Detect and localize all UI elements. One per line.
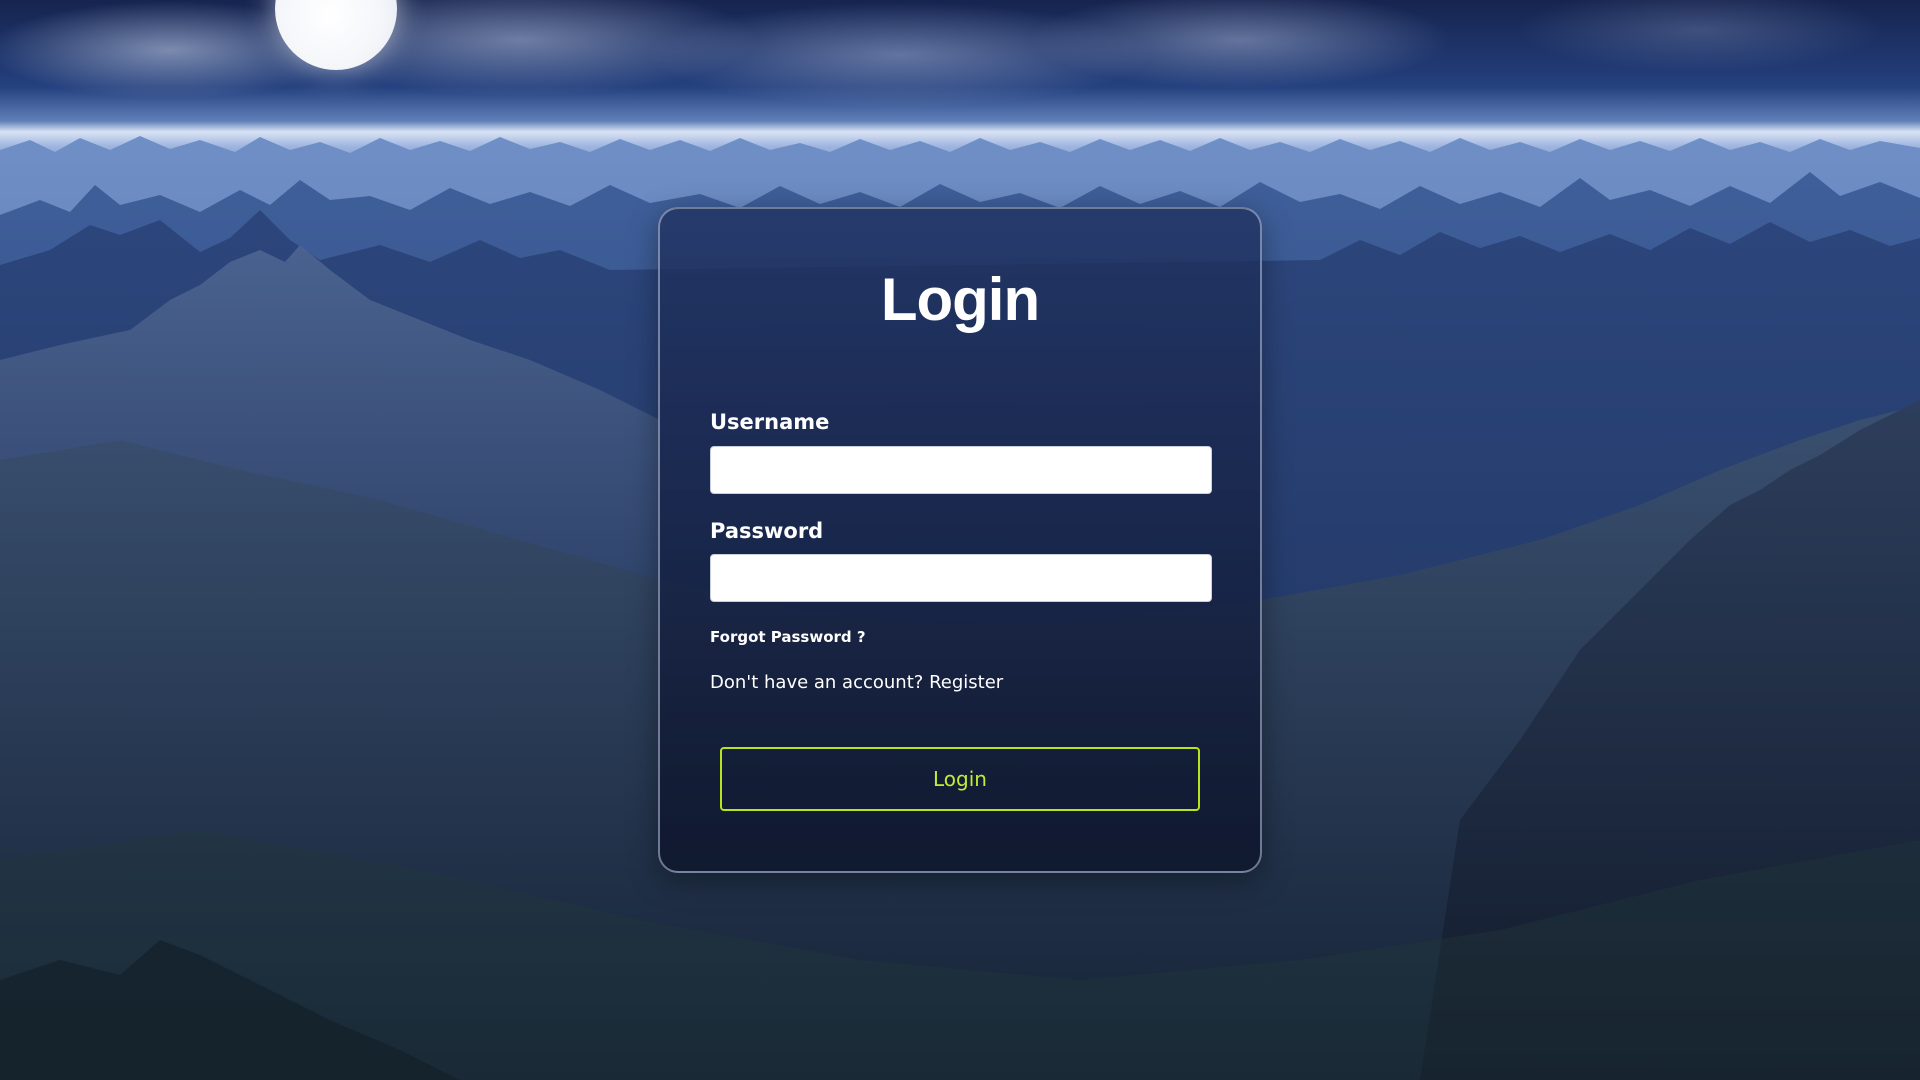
username-label: Username (710, 410, 830, 434)
register-link[interactable]: Register (929, 672, 1003, 693)
password-label: Password (710, 519, 824, 543)
password-input[interactable] (710, 554, 1212, 602)
register-prompt-text: Don't have an account? (710, 672, 924, 693)
username-input[interactable] (710, 446, 1212, 494)
login-card: Login Username Password Forgot Password … (658, 207, 1262, 873)
background-scene: Login Username Password Forgot Password … (0, 0, 1920, 1080)
register-prompt-line: Don't have an account? Register (710, 671, 1003, 695)
login-title: Login (880, 266, 1040, 333)
forgot-password-link[interactable]: Forgot Password ? (710, 627, 866, 647)
login-button[interactable]: Login (720, 747, 1200, 811)
